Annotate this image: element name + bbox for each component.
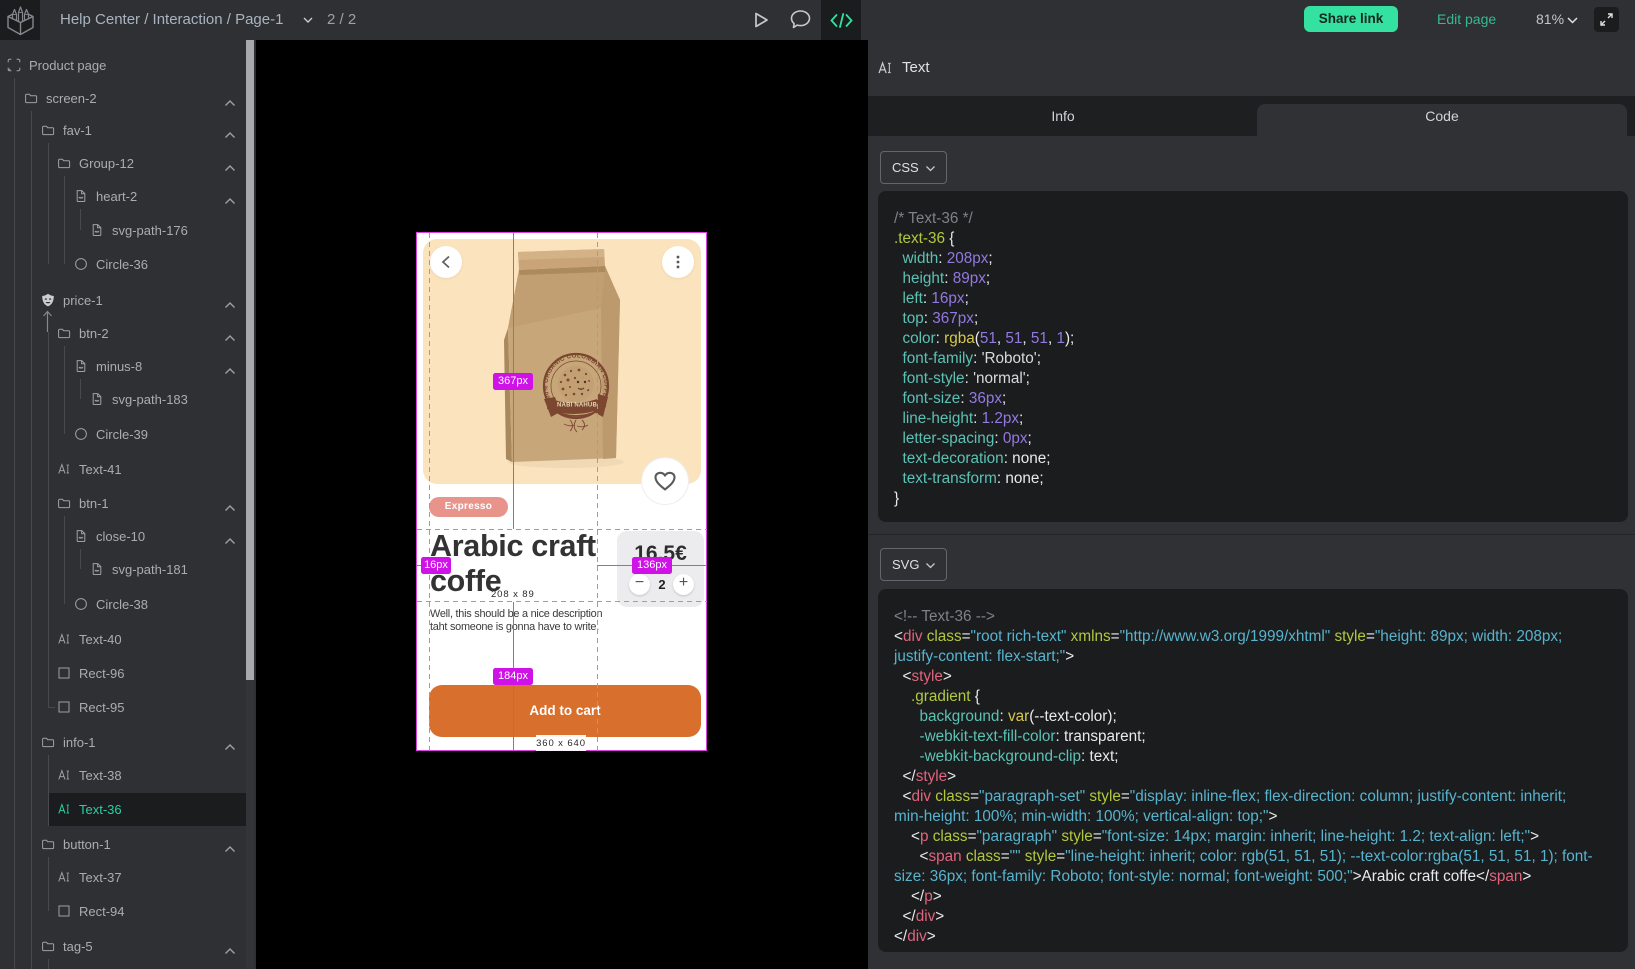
- svg-text:NABI NAHUB: NABI NAHUB: [557, 403, 597, 409]
